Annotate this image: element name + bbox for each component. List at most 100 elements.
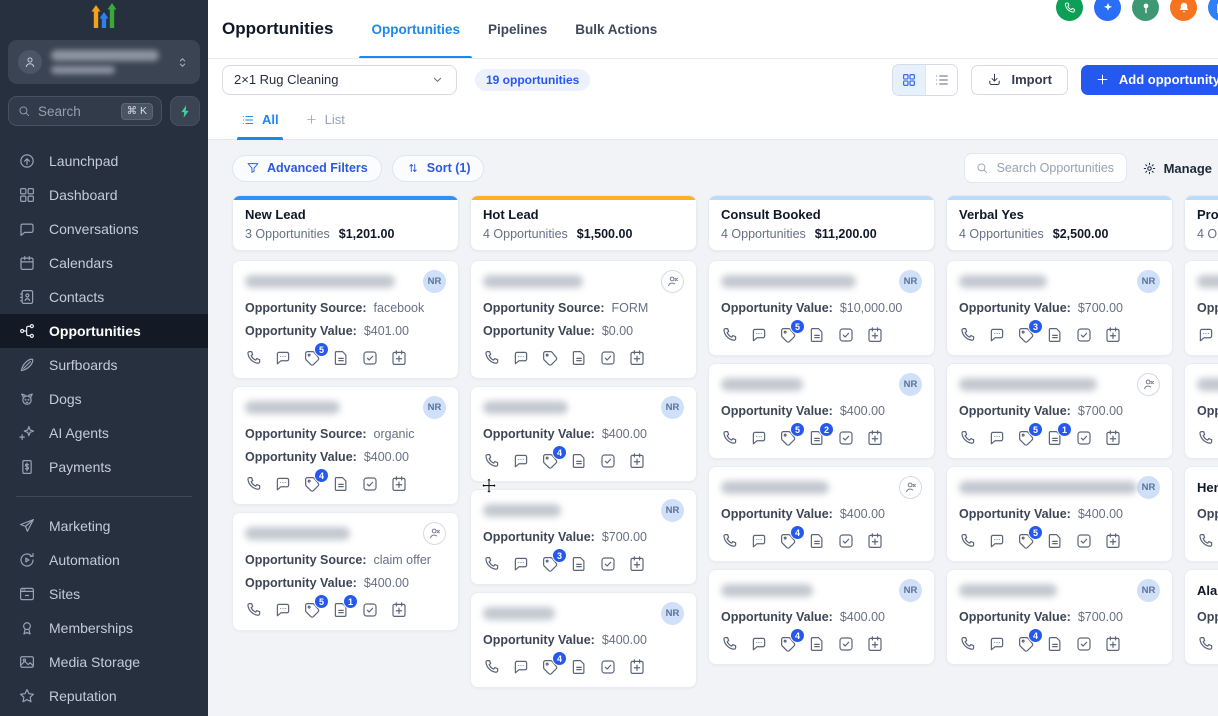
- chat-action-icon[interactable]: [512, 349, 530, 367]
- chat-action-icon[interactable]: [750, 326, 768, 344]
- doc-action-icon[interactable]: 1: [1046, 429, 1064, 447]
- check-action-icon[interactable]: [837, 532, 855, 550]
- tag-action-icon[interactable]: [541, 349, 559, 367]
- pipeline-select[interactable]: 2×1 Rug Cleaning: [222, 65, 457, 95]
- calendar-plus-action-icon[interactable]: [866, 635, 884, 653]
- chat-action-icon[interactable]: [750, 635, 768, 653]
- tag-action-icon[interactable]: 5: [303, 349, 321, 367]
- phone-action-icon[interactable]: [483, 452, 501, 470]
- doc-action-icon[interactable]: [570, 555, 588, 573]
- tag-action-icon[interactable]: 3: [541, 555, 559, 573]
- sidebar-item-launchpad[interactable]: Launchpad: [0, 144, 208, 178]
- calendar-plus-action-icon[interactable]: [1104, 635, 1122, 653]
- assigned-user-avatar[interactable]: NR: [1137, 579, 1160, 602]
- phone-action-icon[interactable]: [721, 635, 739, 653]
- assigned-user-avatar[interactable]: NR: [423, 270, 446, 293]
- quick-actions-button[interactable]: [170, 96, 200, 126]
- opportunity-card[interactable]: Opportunity Source: FORM Opportunity Val…: [470, 260, 697, 379]
- check-action-icon[interactable]: [361, 475, 379, 493]
- check-action-icon[interactable]: [361, 601, 379, 619]
- tag-action-icon[interactable]: 4: [541, 452, 559, 470]
- chat-action-icon[interactable]: [750, 532, 768, 550]
- advanced-filters-button[interactable]: Advanced Filters: [232, 155, 382, 182]
- calendar-plus-action-icon[interactable]: [390, 475, 408, 493]
- doc-action-icon[interactable]: [332, 475, 350, 493]
- phone-action-icon[interactable]: [721, 532, 739, 550]
- calendar-plus-action-icon[interactable]: [1104, 429, 1122, 447]
- view-tab-all[interactable]: All: [241, 100, 279, 139]
- phone-action-icon[interactable]: [483, 555, 501, 573]
- doc-action-icon[interactable]: 2: [808, 429, 826, 447]
- sidebar-item-contacts[interactable]: Contacts: [0, 280, 208, 314]
- chat-action-icon[interactable]: [988, 532, 1006, 550]
- chat-action-icon[interactable]: [988, 429, 1006, 447]
- chat-circle-button[interactable]: [1208, 0, 1218, 21]
- manage-fields-button[interactable]: Manage: [1142, 161, 1212, 176]
- tag-action-icon[interactable]: 3: [1017, 326, 1035, 344]
- check-action-icon[interactable]: [837, 635, 855, 653]
- tag-action-icon[interactable]: 5: [303, 601, 321, 619]
- opportunity-card[interactable]: NR Opportunity Value: $700.00 3: [470, 489, 697, 585]
- list-view-button[interactable]: [925, 65, 957, 95]
- tag-action-icon[interactable]: 4: [541, 658, 559, 676]
- check-action-icon[interactable]: [1075, 429, 1093, 447]
- opportunity-card[interactable]: Opportunity Value: $700.00 51: [946, 363, 1173, 459]
- opportunity-card[interactable]: NR Opportunity Value: $10,000.00 5: [708, 260, 935, 356]
- assigned-user-avatar[interactable]: NR: [661, 499, 684, 522]
- doc-action-icon[interactable]: [570, 349, 588, 367]
- sidebar-item-payments[interactable]: Payments: [0, 450, 208, 484]
- tab-opportunities[interactable]: Opportunities: [371, 0, 460, 58]
- sidebar-item-sites[interactable]: Sites: [0, 577, 208, 611]
- sparkle-circle-button[interactable]: [1094, 0, 1121, 21]
- phone-action-icon[interactable]: [1197, 429, 1215, 447]
- check-action-icon[interactable]: [1075, 635, 1093, 653]
- sidebar-item-marketing[interactable]: Marketing: [0, 509, 208, 543]
- tag-action-icon[interactable]: 5: [1017, 532, 1035, 550]
- opportunity-card[interactable]: Henry Oppor: [1184, 466, 1218, 562]
- check-action-icon[interactable]: [599, 555, 617, 573]
- phone-action-icon[interactable]: [483, 658, 501, 676]
- sidebar-search-input[interactable]: Search ⌘ K: [8, 96, 162, 126]
- assigned-user-avatar[interactable]: NR: [1137, 270, 1160, 293]
- opportunity-card[interactable]: Oppor: [1184, 363, 1218, 459]
- pin-circle-button[interactable]: [1132, 0, 1159, 21]
- doc-action-icon[interactable]: [808, 532, 826, 550]
- sidebar-item-conversations[interactable]: Conversations: [0, 212, 208, 246]
- calendar-plus-action-icon[interactable]: [1104, 326, 1122, 344]
- calendar-plus-action-icon[interactable]: [1104, 532, 1122, 550]
- sort-button[interactable]: Sort (1): [392, 155, 485, 182]
- check-action-icon[interactable]: [1075, 326, 1093, 344]
- chat-action-icon[interactable]: [750, 429, 768, 447]
- assigned-user-avatar[interactable]: NR: [899, 579, 922, 602]
- check-action-icon[interactable]: [1075, 532, 1093, 550]
- check-action-icon[interactable]: [361, 349, 379, 367]
- calendar-plus-action-icon[interactable]: [628, 452, 646, 470]
- sidebar-item-dogs[interactable]: Dogs: [0, 382, 208, 416]
- tag-action-icon[interactable]: 5: [1017, 429, 1035, 447]
- chat-action-icon[interactable]: [512, 555, 530, 573]
- sidebar-item-media-storage[interactable]: Media Storage: [0, 645, 208, 679]
- phone-action-icon[interactable]: [959, 326, 977, 344]
- doc-action-icon[interactable]: [570, 452, 588, 470]
- doc-action-icon[interactable]: [1046, 532, 1064, 550]
- check-action-icon[interactable]: [837, 429, 855, 447]
- opportunity-card[interactable]: NR Opportunity Value: $400.00 5: [946, 466, 1173, 562]
- sidebar-item-automation[interactable]: Automation: [0, 543, 208, 577]
- phone-action-icon[interactable]: [721, 326, 739, 344]
- calendar-plus-action-icon[interactable]: [390, 601, 408, 619]
- chat-action-icon[interactable]: [274, 475, 292, 493]
- opportunity-card[interactable]: NR Opportunity Source: organic Opportuni…: [232, 386, 459, 505]
- grid-view-button[interactable]: [893, 65, 925, 95]
- phone-action-icon[interactable]: [245, 475, 263, 493]
- opportunity-card[interactable]: NR Opportunity Value: $700.00 4: [946, 569, 1173, 665]
- account-selector[interactable]: [8, 40, 200, 84]
- doc-action-icon[interactable]: [808, 635, 826, 653]
- phone-action-icon[interactable]: [1197, 532, 1215, 550]
- phone-action-icon[interactable]: [245, 601, 263, 619]
- chat-action-icon[interactable]: [274, 349, 292, 367]
- check-action-icon[interactable]: [837, 326, 855, 344]
- phone-circle-button[interactable]: [1056, 0, 1083, 21]
- opportunity-card[interactable]: Opportunity Source: claim offer Opportun…: [232, 512, 459, 631]
- chat-action-icon[interactable]: [512, 658, 530, 676]
- doc-action-icon[interactable]: [1046, 635, 1064, 653]
